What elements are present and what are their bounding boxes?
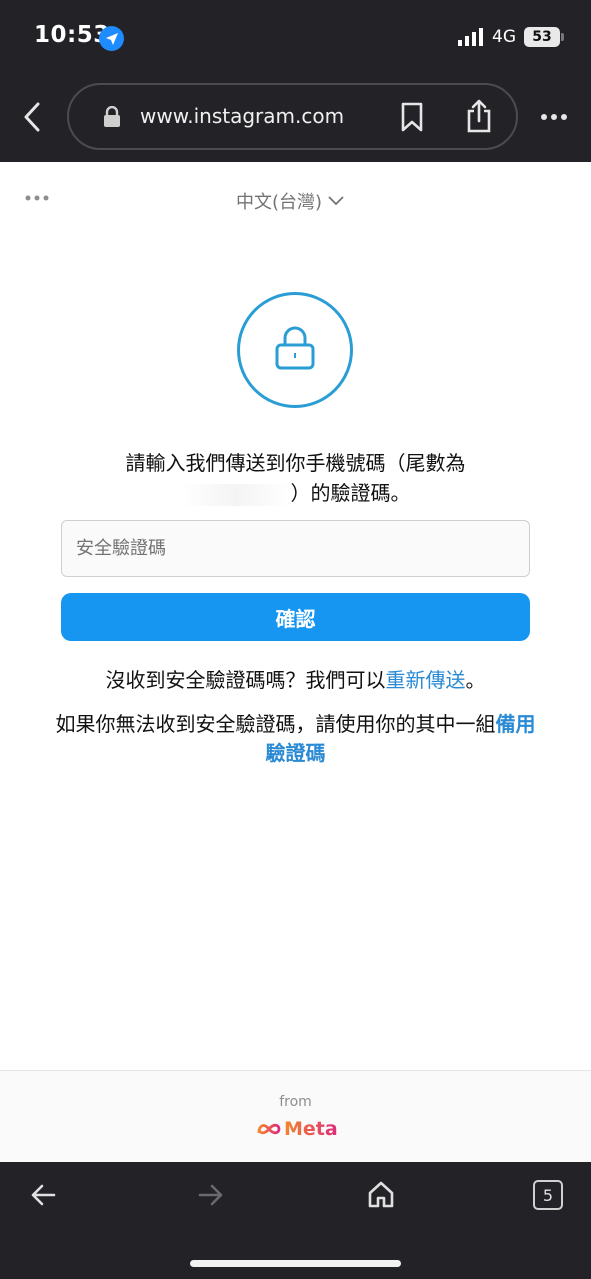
browser-more-icon[interactable]	[540, 112, 568, 122]
network-type: 4G	[492, 27, 516, 47]
backup-prefix: 如果你無法收到安全驗證碼，請使用你的其中一組	[55, 712, 496, 736]
cellular-signal-icon	[458, 28, 483, 46]
meta-logo: Meta	[256, 1118, 338, 1140]
url-text[interactable]: www.instagram.com	[140, 104, 344, 128]
nav-forward-arrow-icon[interactable]	[198, 1182, 224, 1208]
secure-lock-icon	[104, 106, 120, 127]
resend-text: 沒收到安全驗證碼嗎？我們可以重新傳送。	[0, 664, 591, 693]
battery-icon: 53	[524, 27, 560, 47]
language-label: 中文(台灣)	[236, 192, 323, 213]
instruction-line2: ）的驗證碼。	[290, 481, 411, 505]
lock-icon	[275, 326, 315, 370]
bookmark-icon[interactable]	[400, 102, 424, 132]
nav-back-arrow-icon[interactable]	[30, 1182, 56, 1208]
home-icon[interactable]	[367, 1180, 395, 1208]
browser-back-chevron-icon[interactable]	[20, 100, 44, 134]
location-arrow-icon	[99, 26, 124, 51]
instruction-line1: 請輸入我們傳送到你手機號碼（尾數為	[125, 451, 466, 475]
redacted-phone-digits	[180, 483, 291, 506]
share-icon[interactable]	[466, 99, 492, 133]
language-selector[interactable]: 中文(台灣)	[236, 188, 344, 214]
confirm-button[interactable]: 確認	[61, 593, 530, 641]
battery-tip	[561, 33, 564, 41]
from-label: from	[279, 1094, 312, 1110]
page-footer	[0, 1070, 591, 1162]
instruction-text: 請輸入我們傳送到你手機號碼（尾數為 ）的驗證碼。	[60, 448, 531, 508]
chevron-down-icon	[328, 196, 344, 206]
tabs-count-button[interactable]: 5	[533, 1180, 563, 1210]
resend-link[interactable]: 重新傳送	[386, 668, 466, 692]
page-more-icon[interactable]	[25, 193, 49, 203]
security-code-input[interactable]	[61, 520, 530, 577]
resend-prefix: 沒收到安全驗證碼嗎？我們可以	[105, 668, 386, 692]
resend-suffix: 。	[465, 668, 486, 692]
meta-wordmark: Meta	[284, 1118, 338, 1140]
backup-code-text: 如果你無法收到安全驗證碼，請使用你的其中一組備用驗證碼	[55, 710, 536, 768]
meta-infinity-icon	[257, 1123, 281, 1135]
home-indicator	[190, 1260, 401, 1267]
